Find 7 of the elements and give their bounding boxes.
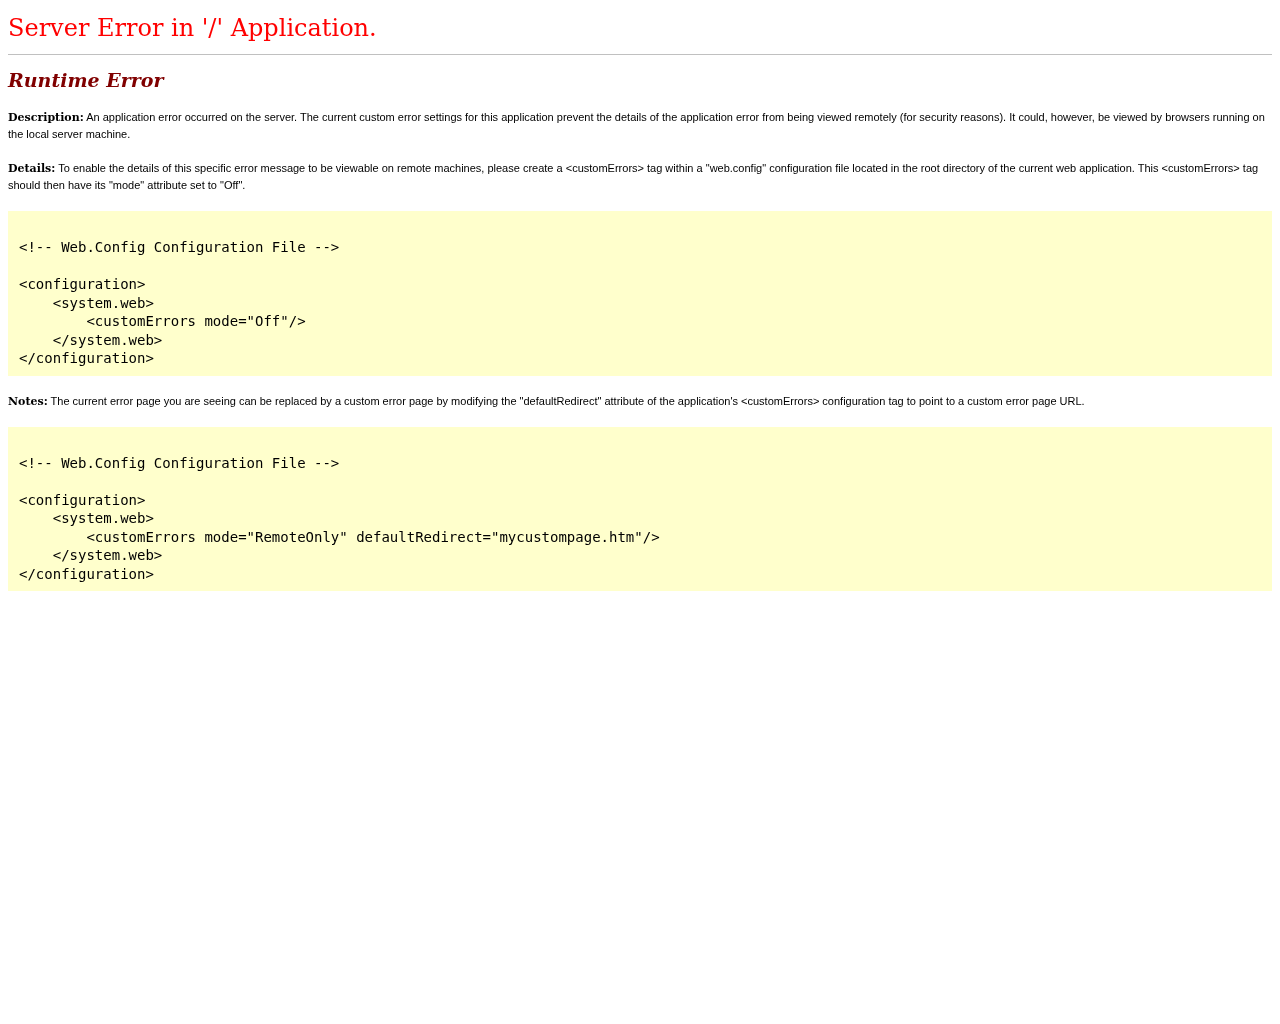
error-heading: Runtime Error [8,69,164,91]
code-text: <!-- Web.Config Configuration File --> <configuration> <system.web> <customErrors mode="RemoteOnly" defaultRedirect="mycustompage.htm"/> </system.web> </configuration> [19,453,661,583]
info-paragraph: Details: To enable the details of this specific error message to be viewable on remote machines, please create a <customErrors> tag within a "web.config" configuration file located in the root directory of the current web application. This <customErrors> tag should then have its "mode" attribute set to "Off". [8,161,1260,193]
page-title: Server Error in '/' Application. [8,14,378,42]
info-paragraph: Description: An application error occurred on the server. The current custom error settings for this application prevent the details of the application error from being viewed remotely (for security reasons). It could, however, be viewed by browsers running on the local server machine. [8,110,1266,142]
info-paragraph: Notes: The current error page you are seeing can be replaced by a custom error page by modifying the "defaultRedirect" attribute of the application's <customErrors> configuration tag to point to a custom error page URL. [8,393,1086,410]
code-text: <!-- Web.Config Configuration File --> <configuration> <system.web> <customErrors mode="Off"/> </system.web> </configuration> [19,238,341,368]
